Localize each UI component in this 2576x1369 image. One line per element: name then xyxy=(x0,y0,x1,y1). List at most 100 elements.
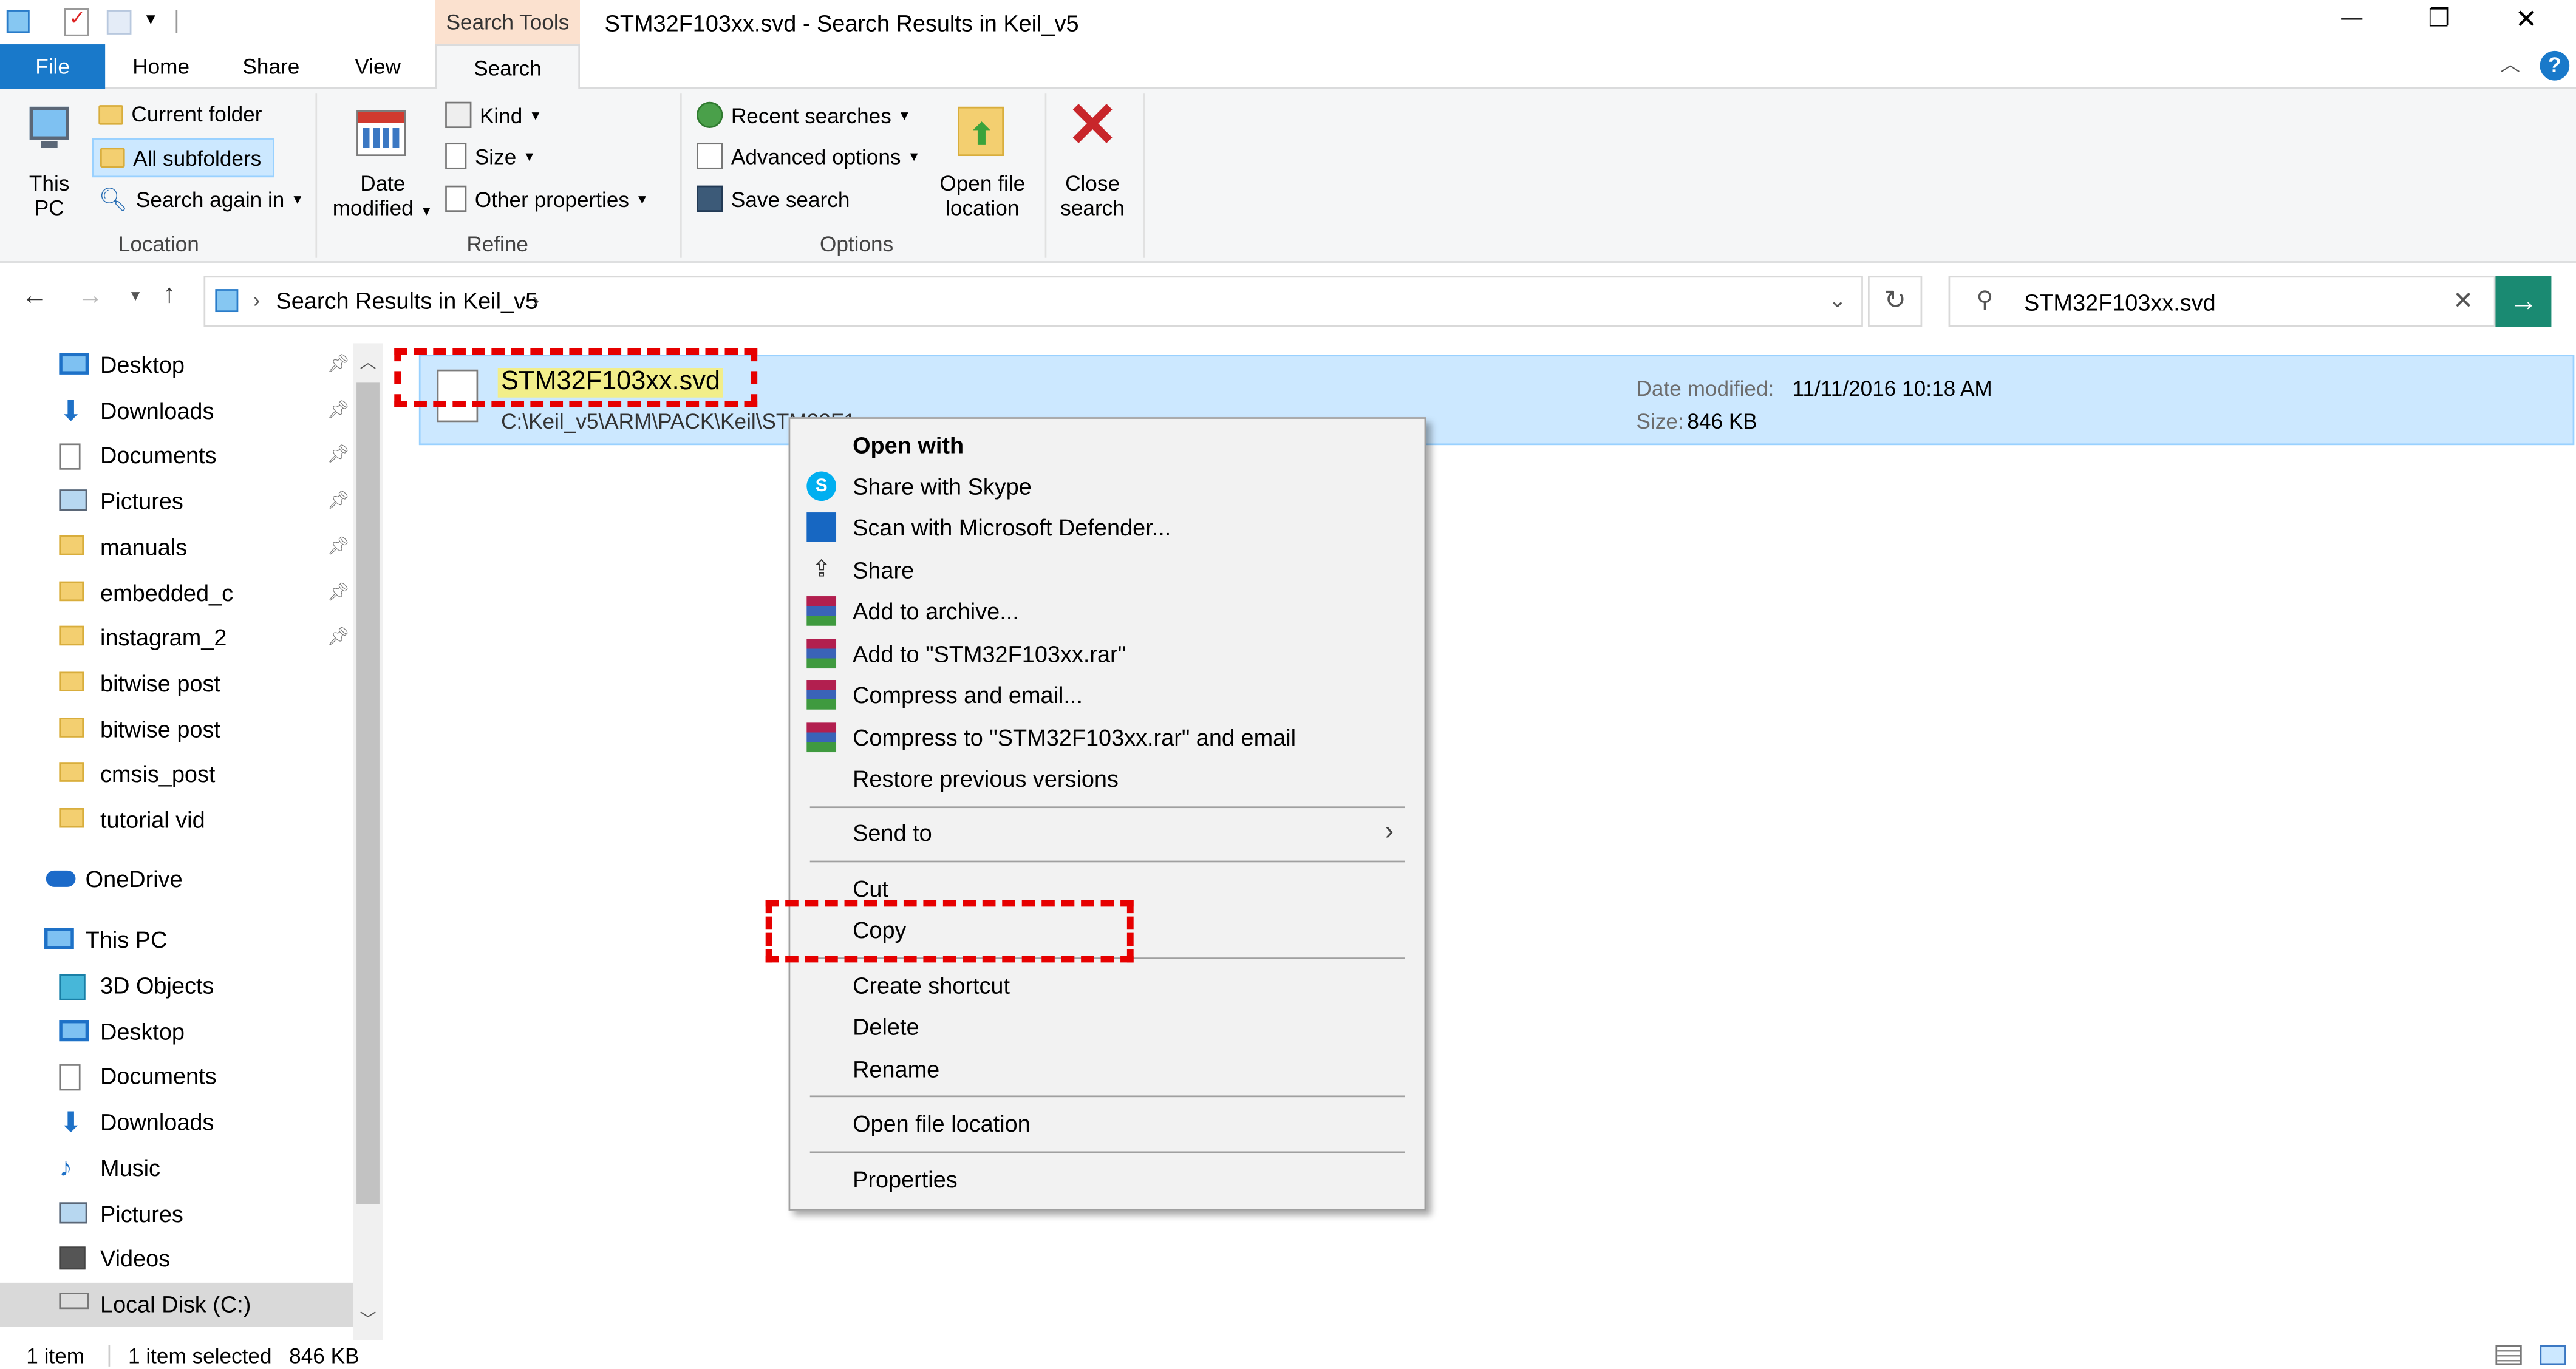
pin-icon[interactable]: 📌︎ xyxy=(327,535,350,556)
pin-icon[interactable]: 📌︎ xyxy=(327,444,350,465)
advanced-options-button[interactable]: Advanced options ▼ xyxy=(697,143,921,169)
date-modified-button[interactable]: Date modified ▼ xyxy=(329,100,437,222)
search-tools-context-tab: Search Tools xyxy=(435,0,580,45)
nav-item-pictures[interactable]: Pictures xyxy=(0,1192,353,1236)
pin-icon[interactable]: 📌︎ xyxy=(327,580,350,602)
menu-restore-versions[interactable]: Restore previous versions xyxy=(790,759,1424,798)
pin-icon[interactable]: 📌︎ xyxy=(327,353,350,374)
search-results-location-icon xyxy=(215,289,239,313)
pin-icon[interactable]: 📌︎ xyxy=(327,626,350,647)
menu-properties[interactable]: Properties xyxy=(790,1160,1424,1199)
search-again-button[interactable]: 🔍︎ Search again in ▼ xyxy=(98,186,304,214)
details-view-icon[interactable] xyxy=(2495,1345,2522,1365)
calendar-icon xyxy=(356,110,406,157)
search-box[interactable]: ⚲ STM32F103xx.svd ✕ xyxy=(1948,276,2496,327)
nav-item-documents[interactable]: Documents xyxy=(0,1055,353,1099)
nav-item-tutorial-vid[interactable]: tutorial vid xyxy=(0,798,353,843)
recent-locations-chevron-icon[interactable]: ▼ xyxy=(128,287,143,304)
forward-button[interactable]: → xyxy=(77,282,103,312)
nav-item-music[interactable]: ♪ Music xyxy=(0,1146,353,1191)
nav-item-manuals[interactable]: manuals 📌︎ xyxy=(0,525,353,569)
address-history-chevron-icon[interactable]: ⌄ xyxy=(1828,287,1847,313)
nav-item-cmsis-post[interactable]: cmsis_post xyxy=(0,753,353,797)
pin-icon[interactable]: 📌︎ xyxy=(327,399,350,420)
menu-compress-email[interactable]: Compress and email... xyxy=(790,675,1424,715)
help-icon[interactable]: ? xyxy=(2540,50,2570,81)
scroll-thumb[interactable] xyxy=(356,382,380,1204)
nav-item-local-disk-c[interactable]: Local Disk (C:) xyxy=(0,1282,353,1327)
size-button[interactable]: Size ▼ xyxy=(445,143,536,169)
kind-button[interactable]: Kind ▼ xyxy=(445,101,542,129)
menu-share[interactable]: ⇪ Share xyxy=(790,550,1424,589)
refresh-button[interactable]: ↻ xyxy=(1867,276,1923,327)
minimize-button[interactable]: — xyxy=(2341,5,2362,30)
search-icon: ⚲ xyxy=(1976,285,1994,313)
nav-item-desktop[interactable]: Desktop 📌︎ xyxy=(0,343,353,387)
search-input[interactable]: STM32F103xx.svd xyxy=(2024,289,2216,315)
nav-item-embedded-c[interactable]: embedded_c 📌︎ xyxy=(0,571,353,615)
scroll-up-arrow-icon[interactable]: ︿ xyxy=(359,348,376,373)
maximize-button[interactable]: ❐ xyxy=(2428,3,2450,33)
menu-rename[interactable]: Rename xyxy=(790,1050,1424,1089)
nav-item-instagram-2[interactable]: instagram_2 📌︎ xyxy=(0,616,353,661)
nav-item-videos[interactable]: Videos xyxy=(0,1237,353,1282)
this-pc-button[interactable]: This PC xyxy=(13,100,86,222)
recent-searches-button[interactable]: Recent searches ▼ xyxy=(697,101,911,129)
tab-file[interactable]: File xyxy=(0,44,106,89)
menu-send-to[interactable]: Send to › xyxy=(790,813,1424,852)
menu-compress-rar-email[interactable]: Compress to "STM32F103xx.rar" and email xyxy=(790,718,1424,757)
menu-share-with-skype[interactable]: S Share with Skype xyxy=(790,466,1424,506)
nav-item-downloads[interactable]: ⬇ Downloads 📌︎ xyxy=(0,389,353,433)
close-window-button[interactable]: ✕ xyxy=(2515,3,2537,36)
properties-quick-icon[interactable]: ✓ xyxy=(64,7,89,36)
nav-item-documents[interactable]: Documents 📌︎ xyxy=(0,434,353,478)
current-folder-button[interactable]: Current folder xyxy=(98,102,262,126)
minimize-ribbon-chevron-icon[interactable]: ︿ xyxy=(2501,49,2521,77)
scroll-down-arrow-icon[interactable]: ﹀ xyxy=(359,1306,376,1331)
up-button[interactable]: ↑ xyxy=(163,281,176,311)
large-icons-view-icon[interactable] xyxy=(2540,1345,2566,1365)
nav-item-onedrive[interactable]: OneDrive xyxy=(0,857,353,902)
menu-open-file-location[interactable]: Open file location xyxy=(790,1104,1424,1143)
nav-item-downloads[interactable]: ⬇ Downloads xyxy=(0,1101,353,1145)
tab-view[interactable]: View xyxy=(325,44,431,89)
customize-quick-access-icon[interactable]: ▾ xyxy=(146,8,155,29)
chevron-down-icon: ▼ xyxy=(420,203,433,219)
breadcrumb-separator-icon: › xyxy=(532,287,540,313)
nav-scrollbar[interactable]: ︿ ﹀ xyxy=(353,343,383,1340)
explorer-app-icon[interactable] xyxy=(6,10,30,33)
menu-create-shortcut[interactable]: Create shortcut xyxy=(790,966,1424,1005)
winrar-icon xyxy=(806,639,837,669)
tab-search[interactable]: Search xyxy=(435,44,580,90)
menu-open-with[interactable]: Open with xyxy=(790,426,1424,465)
address-bar[interactable]: › Search Results in Keil_v5 › ⌄ xyxy=(203,276,1863,327)
subfolders-icon xyxy=(100,148,125,168)
close-search-button[interactable]: ✕ Close search xyxy=(1053,93,1132,222)
breadcrumb-search-results[interactable]: Search Results in Keil_v5 xyxy=(276,287,539,313)
pin-icon[interactable]: 📌︎ xyxy=(327,489,350,511)
folder-icon xyxy=(59,626,84,646)
nav-item-bitwise-post[interactable]: bitwise post xyxy=(0,662,353,706)
menu-add-to-archive[interactable]: Add to archive... xyxy=(790,591,1424,631)
clear-search-icon[interactable]: ✕ xyxy=(2453,286,2473,315)
tab-share[interactable]: Share xyxy=(217,44,325,89)
new-folder-quick-icon[interactable] xyxy=(106,10,132,35)
nav-item-pictures[interactable]: Pictures 📌︎ xyxy=(0,480,353,524)
folder-icon xyxy=(59,763,84,783)
nav-item-3d-objects[interactable]: 3D Objects xyxy=(0,964,353,1008)
nav-item-bitwise-post[interactable]: bitwise post xyxy=(0,707,353,752)
nav-item-label: Local Disk (C:) xyxy=(100,1291,251,1317)
menu-scan-defender[interactable]: Scan with Microsoft Defender... xyxy=(790,508,1424,547)
this-pc-large-icon xyxy=(29,106,69,140)
tab-home[interactable]: Home xyxy=(105,44,217,89)
nav-item-desktop[interactable]: Desktop xyxy=(0,1010,353,1054)
back-button[interactable]: ← xyxy=(21,282,47,312)
menu-add-to-rar[interactable]: Add to "STM32F103xx.rar" xyxy=(790,634,1424,673)
save-search-button[interactable]: Save search xyxy=(697,185,850,212)
all-subfolders-button[interactable]: All subfolders xyxy=(92,138,274,178)
menu-delete[interactable]: Delete xyxy=(790,1007,1424,1046)
search-go-button[interactable]: → xyxy=(2495,276,2552,327)
nav-item-this-pc[interactable]: This PC xyxy=(0,918,353,962)
other-properties-button[interactable]: Other properties ▼ xyxy=(445,185,649,212)
open-file-location-button[interactable]: ⬆ Open file location xyxy=(930,100,1035,222)
